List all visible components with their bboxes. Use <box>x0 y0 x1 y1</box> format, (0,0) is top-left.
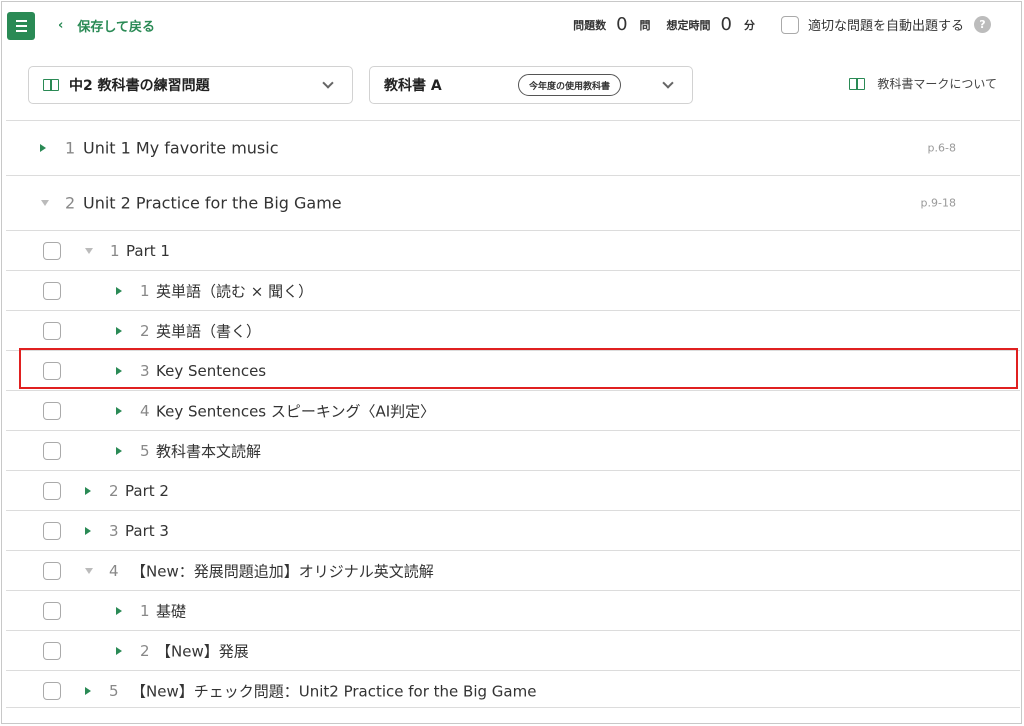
save-and-back-label: 保存して戻る <box>77 20 155 35</box>
auto-select-label: 適切な問題を自動出題する <box>807 19 964 34</box>
row-number: 4 <box>140 401 150 420</box>
collapse-icon[interactable] <box>85 247 93 254</box>
stats-bar: 問題数 0 問 想定時間 0 分 適切な問題を自動出題する ? <box>573 14 991 35</box>
page-range: p.6-8 <box>927 141 956 155</box>
lesson-row[interactable]: 1 英単語（読む × 聞く） <box>6 270 1020 310</box>
textbook-mark-info-label: 教科書マークについて <box>877 77 997 91</box>
row-title: 【New：発展問題追加】オリジナル英文読解 <box>131 562 434 580</box>
question-count: 0 <box>616 14 628 35</box>
row-number: 2 <box>140 321 150 340</box>
textbook-mark-info-link[interactable]: 教科書マークについて <box>849 75 997 92</box>
row-checkbox[interactable] <box>43 481 61 500</box>
row-title: Part 1 <box>126 241 170 260</box>
row-number: 1 <box>140 601 150 620</box>
row-number: 5 <box>109 681 119 700</box>
lesson-row[interactable]: 1 基礎 <box>6 590 1020 630</box>
part-row[interactable]: 3 Part 3 <box>6 510 1020 550</box>
top-bar: ‹ 保存して戻る 問題数 0 問 想定時間 0 分 適切な問題を自動出題する ? <box>2 2 1021 52</box>
row-number: 2 <box>65 193 76 213</box>
row-title: 【New】発展 <box>156 642 249 660</box>
row-checkbox[interactable] <box>43 281 61 300</box>
part-row[interactable]: 4 【New：発展問題追加】オリジナル英文読解 <box>6 550 1020 590</box>
row-title: Unit 2 Practice for the Big Game <box>83 193 342 213</box>
row-checkbox[interactable] <box>43 681 61 700</box>
row-number: 3 <box>109 521 119 540</box>
save-and-back-button[interactable]: ‹ 保存して戻る <box>58 16 155 35</box>
time-label: 想定時間 <box>666 18 711 32</box>
app-frame: ‹ 保存して戻る 問題数 0 問 想定時間 0 分 適切な問題を自動出題する ?… <box>1 1 1022 724</box>
row-number: 2 <box>109 481 119 500</box>
row-title: Part 3 <box>125 521 169 540</box>
expand-icon[interactable] <box>116 326 122 335</box>
expand-icon[interactable] <box>116 286 122 295</box>
expand-icon[interactable] <box>116 406 122 415</box>
expand-icon[interactable] <box>85 486 91 495</box>
collapse-icon[interactable] <box>41 200 49 206</box>
unit-tree: 1 Unit 1 My favorite music p.6-8 2 Unit … <box>6 120 1020 710</box>
textbook-select[interactable]: 教科書 A 今年度の使用教科書 <box>369 66 693 104</box>
row-number: 4 <box>109 561 119 580</box>
row-checkbox[interactable] <box>43 361 61 380</box>
expand-icon[interactable] <box>116 446 122 455</box>
unit-row[interactable]: 1 Unit 1 My favorite music p.6-8 <box>6 120 1020 175</box>
expand-icon[interactable] <box>116 606 122 615</box>
row-title: 【New】チェック問題：Unit2 Practice for the Big G… <box>131 682 537 700</box>
row-number: 2 <box>140 641 150 660</box>
lesson-row[interactable]: 2 英単語（書く） <box>6 310 1020 350</box>
question-unit: 問 <box>639 18 651 32</box>
row-title: 基礎 <box>156 602 187 620</box>
lesson-row[interactable]: 4 Key Sentences スピーキング〈AI判定〉 <box>6 390 1020 430</box>
row-checkbox[interactable] <box>43 241 61 260</box>
question-count-label: 問題数 <box>573 18 607 32</box>
row-title: Unit 1 My favorite music <box>83 138 279 158</box>
row-number: 5 <box>140 441 150 460</box>
row-checkbox[interactable] <box>43 321 61 340</box>
row-title: Part 2 <box>125 481 169 500</box>
textbook-value: 教科書 A <box>384 78 442 94</box>
book-icon <box>849 77 866 90</box>
unit-row[interactable]: 2 Unit 2 Practice for the Big Game p.9-1… <box>6 175 1020 230</box>
lesson-row[interactable]: 5 教科書本文読解 <box>6 430 1020 470</box>
expand-icon[interactable] <box>85 526 91 535</box>
chevron-left-icon: ‹ <box>58 18 64 33</box>
row-checkbox[interactable] <box>43 441 61 460</box>
menu-icon[interactable] <box>7 12 35 40</box>
lesson-row[interactable]: 2 【New】発展 <box>6 630 1020 670</box>
textbook-badge: 今年度の使用教科書 <box>518 74 622 96</box>
row-checkbox[interactable] <box>43 561 61 580</box>
row-number: 1 <box>140 281 150 300</box>
time-value: 0 <box>720 14 732 35</box>
part-row[interactable]: 2 Part 2 <box>6 470 1020 510</box>
row-title: 英単語（読む × 聞く） <box>156 282 314 300</box>
expand-icon[interactable] <box>116 646 122 655</box>
row-number: 1 <box>110 241 120 260</box>
divider <box>6 707 1020 708</box>
page-range: p.9-18 <box>920 196 956 210</box>
time-unit: 分 <box>743 18 755 32</box>
expand-icon[interactable] <box>85 686 91 695</box>
part-row[interactable]: 1 Part 1 <box>6 230 1020 270</box>
part-row[interactable]: 5 【New】チェック問題：Unit2 Practice for the Big… <box>6 670 1020 710</box>
expand-icon[interactable] <box>116 366 122 375</box>
row-number: 3 <box>140 361 150 380</box>
row-checkbox[interactable] <box>43 521 61 540</box>
lesson-row[interactable]: 3 Key Sentences <box>6 350 1020 390</box>
row-checkbox[interactable] <box>43 641 61 660</box>
textbook-set-select[interactable]: 中2 教科書の練習問題 <box>28 66 353 104</box>
row-checkbox[interactable] <box>43 601 61 620</box>
row-title: Key Sentences <box>156 361 267 380</box>
textbook-set-value: 中2 教科書の練習問題 <box>69 78 210 94</box>
book-icon <box>43 79 59 91</box>
expand-icon[interactable] <box>40 144 46 152</box>
chevron-down-icon <box>662 77 674 89</box>
row-title: 英単語（書く） <box>156 322 262 340</box>
row-number: 1 <box>65 138 76 158</box>
row-checkbox[interactable] <box>43 401 61 420</box>
collapse-icon[interactable] <box>85 567 93 574</box>
row-title: Key Sentences スピーキング〈AI判定〉 <box>156 402 436 420</box>
help-icon[interactable]: ? <box>974 16 991 33</box>
auto-select-checkbox[interactable] <box>780 15 799 34</box>
row-title: 教科書本文読解 <box>156 442 262 460</box>
chevron-down-icon <box>322 77 334 89</box>
